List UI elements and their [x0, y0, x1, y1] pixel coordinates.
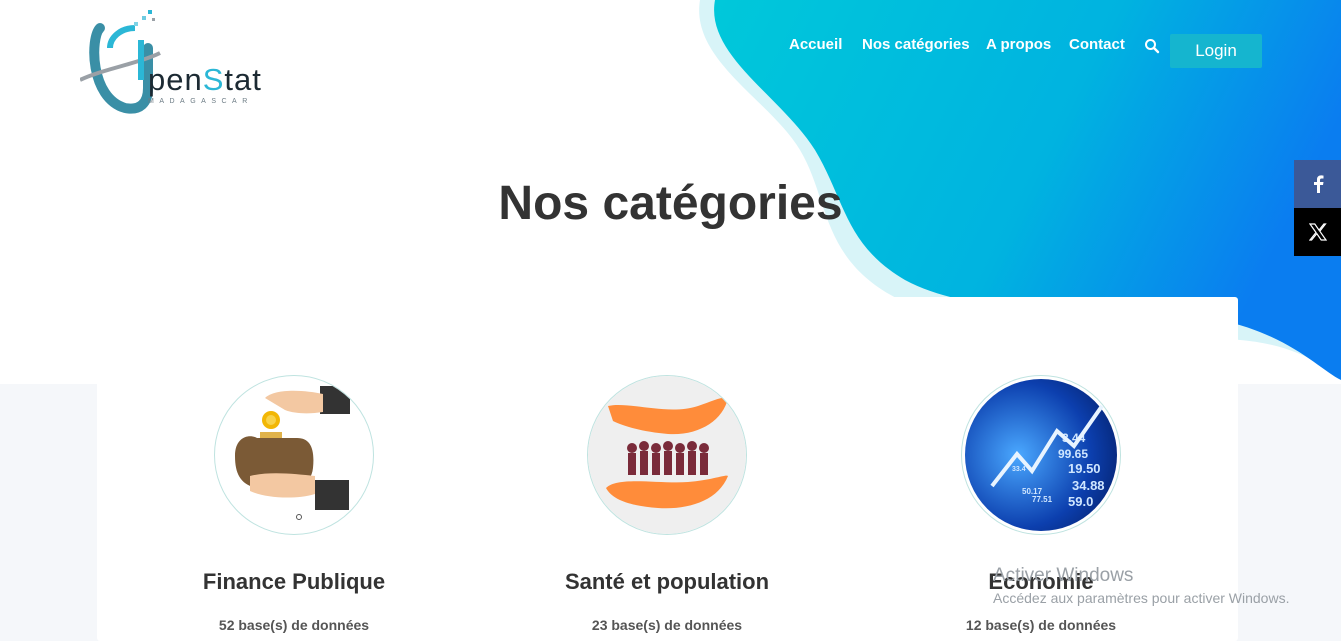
- svg-text:59.0: 59.0: [1068, 494, 1093, 509]
- svg-text:99.65: 99.65: [1058, 447, 1088, 461]
- facebook-share-button[interactable]: [1294, 160, 1341, 208]
- login-button[interactable]: Login: [1170, 34, 1262, 68]
- category-image[interactable]: [214, 375, 374, 535]
- nav-a-propos[interactable]: A propos: [986, 36, 1051, 53]
- hands-protecting-people-illustration: [588, 376, 746, 534]
- logo-text: penStat: [148, 62, 262, 97]
- category-sante-population[interactable]: Santé et population 23 base(s) de donnée…: [517, 375, 817, 633]
- x-icon: [1308, 223, 1327, 241]
- windows-activation-subtext: Accédez aux paramètres pour activer Wind…: [993, 590, 1290, 606]
- wallet-coin-illustration: [235, 386, 350, 520]
- svg-text:19.50: 19.50: [1068, 461, 1101, 476]
- nav-accueil[interactable]: Accueil: [789, 36, 842, 53]
- category-image[interactable]: 3.44 99.65 19.50 34.88 59.0 50.17 77.51 …: [961, 375, 1121, 535]
- search-icon[interactable]: [1144, 38, 1160, 54]
- category-image[interactable]: [587, 375, 747, 535]
- svg-text:77.51: 77.51: [1032, 495, 1053, 504]
- category-count: 52 base(s) de données: [218, 617, 370, 633]
- category-count: 12 base(s) de données: [965, 617, 1117, 633]
- windows-activation-watermark: Activer Windows: [993, 565, 1134, 586]
- logo-subtitle: MADAGASCAR: [148, 98, 253, 105]
- category-finance-publique[interactable]: Finance Publique 52 base(s) de données: [144, 375, 444, 633]
- stock-numbers-illustration: 3.44 99.65 19.50 34.88 59.0 50.17 77.51 …: [965, 379, 1117, 531]
- nav-contact[interactable]: Contact: [1069, 36, 1125, 53]
- category-title[interactable]: Santé et population: [517, 569, 817, 595]
- x-share-button[interactable]: [1294, 208, 1341, 256]
- category-count: 23 base(s) de données: [591, 617, 743, 633]
- category-title[interactable]: Finance Publique: [144, 569, 444, 595]
- nav-nos-categories[interactable]: Nos catégories: [862, 36, 970, 53]
- facebook-icon: [1313, 175, 1323, 193]
- svg-text:34.88: 34.88: [1072, 478, 1105, 493]
- page-title: Nos catégories: [498, 177, 843, 230]
- svg-text:33.4: 33.4: [1012, 466, 1026, 473]
